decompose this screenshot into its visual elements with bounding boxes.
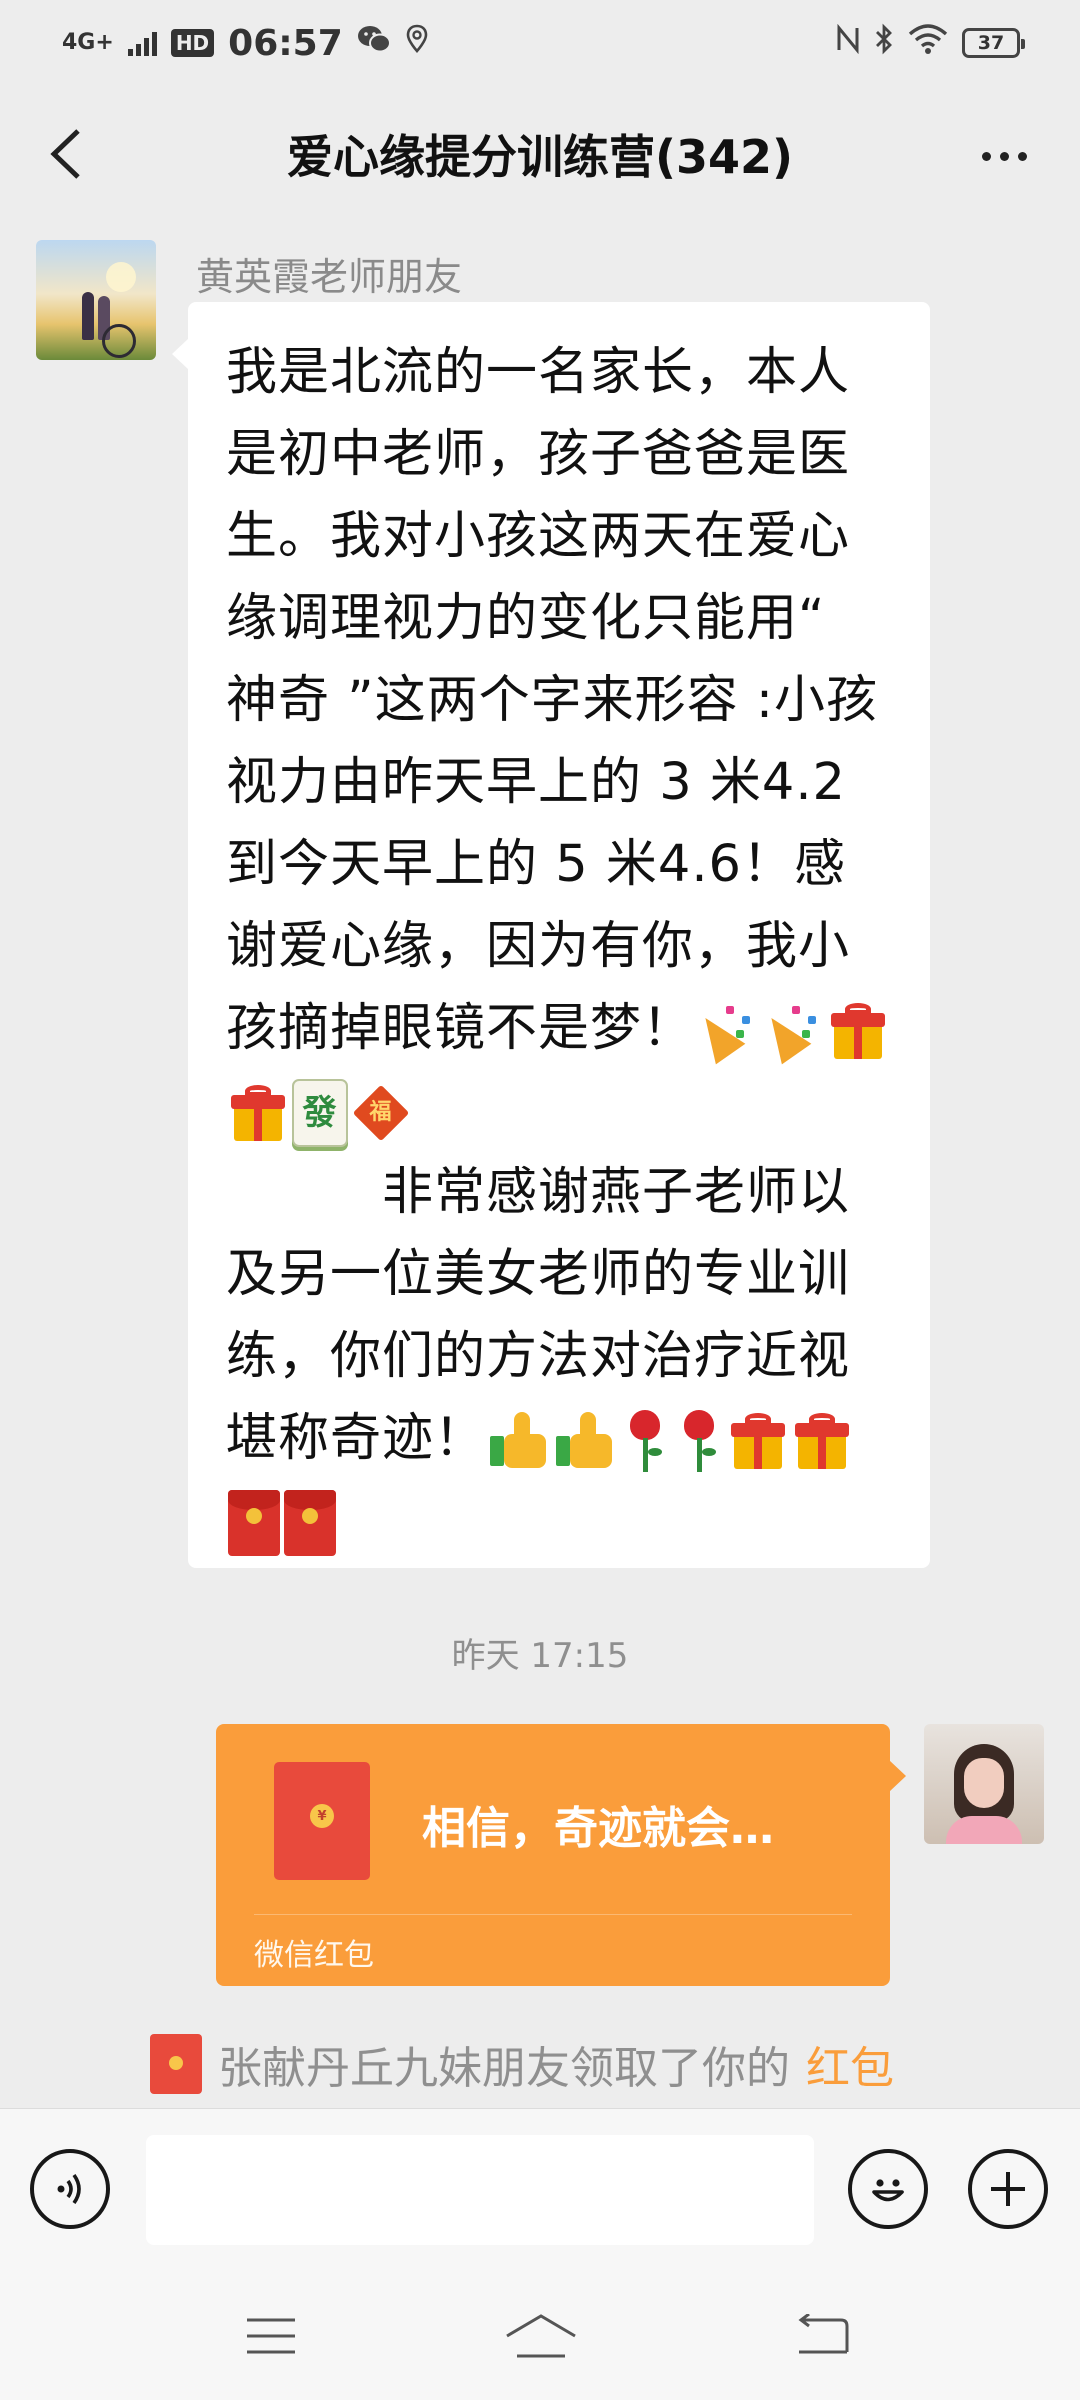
nfc-icon xyxy=(836,23,860,62)
notice-text: 张献丹丘九妹朋友领取了你的 xyxy=(218,2043,790,2094)
voice-input-button[interactable] xyxy=(30,2149,110,2229)
red-packet-label: 微信红包 xyxy=(254,1938,374,1973)
rose-icon xyxy=(620,1408,670,1474)
plus-icon xyxy=(991,2172,1025,2206)
recent-apps-button[interactable] xyxy=(226,2306,316,2366)
status-time: 06:57 xyxy=(228,22,343,64)
status-bar: 4G+ HD 06:57 37 xyxy=(0,0,1080,86)
voice-icon xyxy=(57,2173,81,2205)
mahjong-fa-icon: 發 xyxy=(292,1079,348,1147)
more-functions-button[interactable] xyxy=(968,2149,1048,2229)
input-bar xyxy=(0,2108,1080,2270)
incoming-message-bubble[interactable]: 我是北流的一名家长，本人是初中老师，孩子爸爸是医生。我对小孩这两天在爱心缘调理视… xyxy=(172,302,930,1568)
back-button[interactable] xyxy=(36,120,96,188)
gift-icon xyxy=(728,1411,788,1471)
gift-icon xyxy=(828,1001,888,1061)
return-icon xyxy=(798,2314,849,2354)
wifi-icon xyxy=(908,24,948,62)
red-packet-link[interactable]: 红包 xyxy=(806,2032,894,2096)
message-timestamp: 昨天 17:15 xyxy=(451,1636,629,1676)
menu-icon xyxy=(247,2318,295,2354)
signal-icon xyxy=(127,30,157,56)
status-left: 4G+ HD 06:57 xyxy=(62,23,429,64)
location-icon xyxy=(405,24,429,62)
hd-badge: HD xyxy=(170,29,215,57)
message-text-part1: 我是北流的一名家长，本人是初中老师，孩子爸爸是医生。我对小孩这两天在爱心缘调理视… xyxy=(226,343,879,1058)
party-popper-icon xyxy=(690,1000,758,1065)
sender-name: 黄英霞老师朋友 xyxy=(196,255,463,299)
gift-icon xyxy=(792,1411,852,1471)
chat-title: 爱心缘提分训练营(342) xyxy=(286,130,794,184)
fu-blessing-icon: 福 xyxy=(352,1084,410,1142)
red-packet-claimed-notice: 张献丹丘九妹朋友领取了你的 红包 xyxy=(150,2032,894,2096)
message-input[interactable] xyxy=(146,2135,814,2245)
bluetooth-icon xyxy=(874,23,894,63)
more-dot-icon xyxy=(981,151,991,161)
red-envelope-icon xyxy=(228,1490,280,1556)
nav-back-button[interactable] xyxy=(778,2306,868,2366)
more-options-button[interactable] xyxy=(964,126,1044,186)
thumbs-up-icon xyxy=(488,1410,550,1472)
home-icon xyxy=(506,2314,576,2358)
red-packet-message[interactable]: ¥ 相信，奇迹就会… 微信红包 xyxy=(216,1724,906,1986)
red-packet-small-icon xyxy=(150,2034,202,2094)
red-packet-divider xyxy=(254,1914,852,1915)
emoji-button[interactable] xyxy=(848,2149,928,2229)
thumbs-up-icon xyxy=(554,1410,616,1472)
home-button[interactable] xyxy=(496,2306,586,2366)
my-avatar[interactable] xyxy=(924,1724,1044,1844)
red-packet-icon: ¥ xyxy=(274,1762,370,1880)
rose-icon xyxy=(674,1408,724,1474)
status-right: 37 xyxy=(836,23,1025,63)
emoji-face-icon xyxy=(872,2179,904,2202)
battery-icon: 37 xyxy=(962,28,1025,58)
wechat-icon xyxy=(357,24,391,62)
back-arrow-icon xyxy=(50,129,80,179)
chat-header: 爱心缘提分训练营(342) xyxy=(0,86,1080,222)
system-nav-bar xyxy=(0,2270,1080,2400)
red-envelope-icon xyxy=(284,1490,336,1556)
party-popper-icon xyxy=(756,1000,824,1065)
message-text: 我是北流的一名家长，本人是初中老师，孩子爸爸是医生。我对小孩这两天在爱心缘调理视… xyxy=(226,332,894,1562)
red-packet-title: 相信，奇迹就会… xyxy=(422,1803,774,1854)
gift-icon xyxy=(228,1083,288,1143)
sender-avatar[interactable] xyxy=(36,240,156,360)
network-type: 4G+ xyxy=(62,30,114,55)
